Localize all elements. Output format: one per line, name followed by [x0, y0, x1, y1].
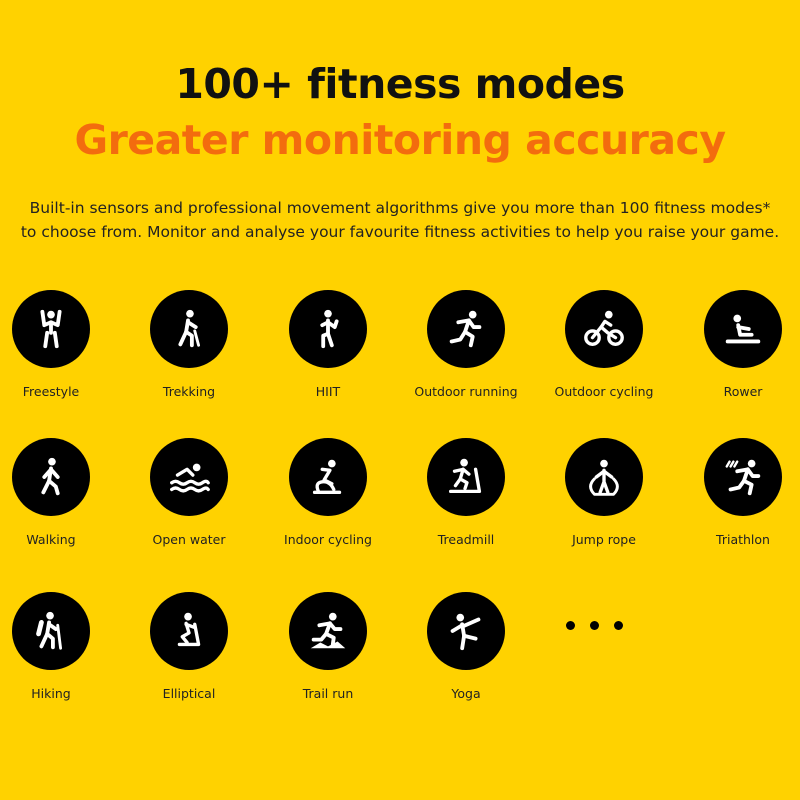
indoor-cycling-icon	[289, 438, 367, 516]
freestyle-icon	[12, 290, 90, 368]
description: Built-in sensors and professional moveme…	[20, 199, 780, 241]
outdoor-running-icon	[427, 290, 505, 368]
hiit-icon	[289, 290, 367, 368]
mode-treadmill: Treadmill	[400, 438, 532, 547]
elliptical-icon	[150, 592, 228, 670]
mode-freestyle: Freestyle	[0, 290, 117, 399]
dot	[566, 621, 575, 630]
mode-label: HIIT	[315, 384, 341, 399]
mode-label: Trail run	[302, 686, 354, 701]
page-subtitle: Greater monitoring accuracy	[74, 116, 726, 164]
mode-label: Freestyle	[22, 384, 80, 399]
mode-hiking: Hiking	[0, 592, 117, 701]
mode-outdoor-cycling: Outdoor cycling	[538, 290, 670, 399]
mode-label: Jump rope	[572, 532, 636, 547]
trekking-icon	[150, 290, 228, 368]
mode-walking: Walking	[0, 438, 117, 547]
dot	[590, 621, 599, 630]
mode-indoor-cycling: Indoor cycling	[262, 438, 394, 547]
mode-label: Open water	[152, 532, 226, 547]
mode-label: Trekking	[162, 384, 216, 399]
mode-label: Treadmill	[437, 532, 495, 547]
mode-label: Indoor cycling	[284, 532, 372, 547]
mode-label: Yoga	[451, 686, 481, 701]
mode-label: Walking	[26, 532, 76, 547]
trail-run-icon	[289, 592, 367, 670]
mode-label: Outdoor cycling	[554, 384, 654, 399]
rower-icon	[704, 290, 782, 368]
treadmill-icon	[427, 438, 505, 516]
mode-jump-rope: Jump rope	[538, 438, 670, 547]
dot	[614, 621, 623, 630]
mode-yoga: Yoga	[400, 592, 532, 701]
page-title: 100+ fitness modes	[175, 60, 625, 108]
open-water-icon	[150, 438, 228, 516]
mode-rower: Rower	[677, 290, 800, 399]
jump-rope-icon	[565, 438, 643, 516]
mode-elliptical: Elliptical	[123, 592, 255, 701]
more-icon	[566, 621, 623, 630]
mode-open-water: Open water	[123, 438, 255, 547]
mode-label: Elliptical	[162, 686, 216, 701]
mode-label: Rower	[723, 384, 763, 399]
mode-triathlon: Triathlon	[677, 438, 800, 547]
mode-outdoor-running: Outdoor running	[400, 290, 532, 399]
mode-label: Outdoor running	[414, 384, 518, 399]
triathlon-icon	[704, 438, 782, 516]
outdoor-cycling-icon	[565, 290, 643, 368]
mode-label: Hiking	[31, 686, 71, 701]
walking-icon	[12, 438, 90, 516]
yoga-icon	[427, 592, 505, 670]
mode-hiit: HIIT	[262, 290, 394, 399]
mode-trail-run: Trail run	[262, 592, 394, 701]
mode-label: Triathlon	[716, 532, 770, 547]
mode-trekking: Trekking	[123, 290, 255, 399]
hiking-icon	[12, 592, 90, 670]
